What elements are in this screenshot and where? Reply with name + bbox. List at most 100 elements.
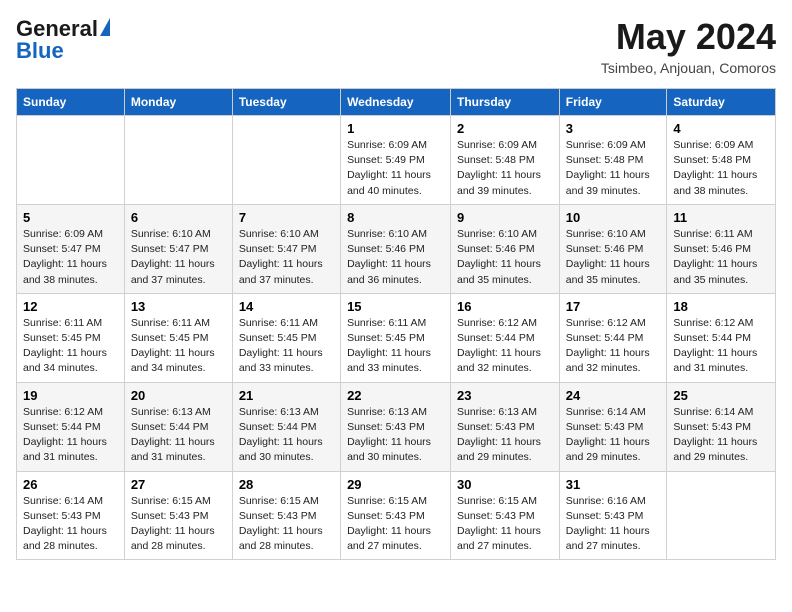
sunrise-text: Sunrise: 6:14 AM: [23, 495, 103, 507]
sunset-text: Sunset: 5:43 PM: [347, 421, 425, 433]
sunrise-text: Sunrise: 6:09 AM: [347, 139, 427, 151]
day-number: 6: [131, 210, 226, 225]
sunset-text: Sunset: 5:49 PM: [347, 154, 425, 166]
calendar-cell: 26Sunrise: 6:14 AMSunset: 5:43 PMDayligh…: [17, 471, 125, 560]
daylight-text: Daylight: 11 hours and 31 minutes.: [23, 436, 107, 463]
sunrise-text: Sunrise: 6:13 AM: [131, 406, 211, 418]
daylight-text: Daylight: 11 hours and 28 minutes.: [239, 525, 323, 552]
day-number: 29: [347, 477, 444, 492]
calendar-cell: [232, 116, 340, 205]
day-info: Sunrise: 6:13 AMSunset: 5:43 PMDaylight:…: [347, 405, 444, 466]
day-number: 31: [566, 477, 661, 492]
daylight-text: Daylight: 11 hours and 40 minutes.: [347, 169, 431, 196]
calendar-cell: 22Sunrise: 6:13 AMSunset: 5:43 PMDayligh…: [341, 382, 451, 471]
day-number: 8: [347, 210, 444, 225]
daylight-text: Daylight: 11 hours and 35 minutes.: [457, 258, 541, 285]
calendar-cell: 12Sunrise: 6:11 AMSunset: 5:45 PMDayligh…: [17, 293, 125, 382]
day-info: Sunrise: 6:15 AMSunset: 5:43 PMDaylight:…: [457, 494, 553, 555]
sunset-text: Sunset: 5:44 PM: [566, 332, 644, 344]
calendar-cell: 3Sunrise: 6:09 AMSunset: 5:48 PMDaylight…: [559, 116, 667, 205]
calendar-cell: 13 Sunrise: 6:11 AMSunset: 5:45 PMDayligh…: [124, 293, 232, 382]
sunset-text: Sunset: 5:44 PM: [131, 421, 209, 433]
day-number: 21: [239, 388, 334, 403]
calendar-table: SundayMondayTuesdayWednesdayThursdayFrid…: [16, 88, 776, 560]
sunrise-text: Sunrise: 6:15 AM: [131, 495, 211, 507]
day-info: Sunrise: 6:12 AMSunset: 5:44 PMDaylight:…: [457, 316, 553, 377]
sunrise-text: Sunrise: 6:10 AM: [131, 228, 211, 240]
calendar-cell: 23Sunrise: 6:13 AMSunset: 5:43 PMDayligh…: [451, 382, 560, 471]
calendar-cell: 28Sunrise: 6:15 AMSunset: 5:43 PMDayligh…: [232, 471, 340, 560]
calendar-week-row: 1Sunrise: 6:09 AMSunset: 5:49 PMDaylight…: [17, 116, 776, 205]
title-block: May 2024 Tsimbeo, Anjouan, Comoros: [601, 16, 776, 76]
calendar-cell: 19Sunrise: 6:12 AMSunset: 5:44 PMDayligh…: [17, 382, 125, 471]
sunset-text: Sunset: 5:45 PM: [347, 332, 425, 344]
col-header-tuesday: Tuesday: [232, 89, 340, 116]
daylight-text: Daylight: 11 hours and 34 minutes.: [23, 347, 107, 374]
calendar-cell: 10 Sunrise: 6:10 AMSunset: 5:46 PMDayligh…: [559, 204, 667, 293]
day-number: 13: [131, 299, 226, 314]
sunrise-text: Sunrise: 6:12 AM: [23, 406, 103, 418]
day-info: Sunrise: 6:12 AMSunset: 5:44 PMDaylight:…: [566, 316, 661, 377]
sunset-text: Sunset: 5:44 PM: [673, 332, 751, 344]
day-info: Sunrise: 6:12 AMSunset: 5:44 PMDaylight:…: [23, 405, 118, 466]
calendar-cell: 4Sunrise: 6:09 AMSunset: 5:48 PMDaylight…: [667, 116, 776, 205]
daylight-text: Daylight: 11 hours and 35 minutes.: [566, 258, 650, 285]
sunset-text: Sunset: 5:46 PM: [457, 243, 535, 255]
sunset-text: Sunset: 5:45 PM: [239, 332, 317, 344]
day-info: Sunrise: 6:15 AMSunset: 5:43 PMDaylight:…: [131, 494, 226, 555]
sunrise-text: Sunrise: 6:15 AM: [239, 495, 319, 507]
sunset-text: Sunset: 5:47 PM: [23, 243, 101, 255]
daylight-text: Daylight: 11 hours and 39 minutes.: [457, 169, 541, 196]
calendar-cell: 25Sunrise: 6:14 AMSunset: 5:43 PMDayligh…: [667, 382, 776, 471]
calendar-cell: 30 Sunrise: 6:15 AMSunset: 5:43 PMDayligh…: [451, 471, 560, 560]
sunset-text: Sunset: 5:45 PM: [23, 332, 101, 344]
sunrise-text: Sunrise: 6:13 AM: [347, 406, 427, 418]
day-info: Sunrise: 6:11 AM Sunset: 5:45 PM Daylight:…: [239, 316, 334, 377]
daylight-text: Daylight: 11 hours and 31 minutes.: [673, 347, 757, 374]
sunrise-text: Sunrise: 6:13 AM: [239, 406, 319, 418]
daylight-text: Daylight: 11 hours and 33 minutes.: [239, 347, 323, 374]
day-info: Sunrise: 6:11 AMSunset: 5:45 PMDaylight:…: [131, 316, 226, 377]
sunrise-text: Sunrise: 6:10 AM: [347, 228, 427, 240]
sunrise-text: Sunrise: 6:14 AM: [566, 406, 646, 418]
day-info: Sunrise: 6:14 AMSunset: 5:43 PMDaylight:…: [673, 405, 769, 466]
day-number: 10: [566, 210, 661, 225]
sunset-text: Sunset: 5:46 PM: [673, 243, 751, 255]
day-info: Sunrise: 6:09 AMSunset: 5:48 PMDaylight:…: [566, 138, 661, 199]
col-header-sunday: Sunday: [17, 89, 125, 116]
day-info: Sunrise: 6:13 AM Sunset: 5:44 PM Daylight:…: [239, 405, 334, 466]
calendar-cell: 8 Sunrise: 6:10 AM Sunset: 5:46 PM Daylight…: [341, 204, 451, 293]
sunrise-text: Sunrise: 6:10 AM: [239, 228, 319, 240]
daylight-text: Daylight: 11 hours and 29 minutes.: [566, 436, 650, 463]
col-header-wednesday: Wednesday: [341, 89, 451, 116]
daylight-text: Daylight: 11 hours and 36 minutes.: [347, 258, 431, 285]
day-info: Sunrise: 6:10 AMSunset: 5:46 PMDaylight:…: [566, 227, 661, 288]
col-header-friday: Friday: [559, 89, 667, 116]
col-header-monday: Monday: [124, 89, 232, 116]
daylight-text: Daylight: 11 hours and 32 minutes.: [457, 347, 541, 374]
logo-blue-text: Blue: [16, 38, 64, 64]
calendar-week-row: 5Sunrise: 6:09 AMSunset: 5:47 PMDaylight…: [17, 204, 776, 293]
daylight-text: Daylight: 11 hours and 30 minutes.: [239, 436, 323, 463]
sunset-text: Sunset: 5:47 PM: [239, 243, 317, 255]
calendar-cell: 6Sunrise: 6:10 AMSunset: 5:47 PMDaylight…: [124, 204, 232, 293]
sunrise-text: Sunrise: 6:11 AM: [239, 317, 318, 329]
daylight-text: Daylight: 11 hours and 39 minutes.: [566, 169, 650, 196]
calendar-cell: 27Sunrise: 6:15 AMSunset: 5:43 PMDayligh…: [124, 471, 232, 560]
sunrise-text: Sunrise: 6:09 AM: [457, 139, 537, 151]
calendar-cell: 5Sunrise: 6:09 AMSunset: 5:47 PMDaylight…: [17, 204, 125, 293]
sunset-text: Sunset: 5:46 PM: [347, 243, 425, 255]
calendar-cell: 2Sunrise: 6:09 AMSunset: 5:48 PMDaylight…: [451, 116, 560, 205]
calendar-cell: 21 Sunrise: 6:13 AM Sunset: 5:44 PM Dayligh…: [232, 382, 340, 471]
daylight-text: Daylight: 11 hours and 31 minutes.: [131, 436, 215, 463]
day-info: Sunrise: 6:09 AMSunset: 5:48 PMDaylight:…: [457, 138, 553, 199]
calendar-cell: 14Sunrise: 6:11 AMSunset: 5:45 PMDayligh…: [232, 293, 340, 382]
calendar-cell: 16Sunrise: 6:12 AMSunset: 5:44 PMDayligh…: [451, 293, 560, 382]
day-info: Sunrise: 6:13 AMSunset: 5:43 PMDaylight:…: [457, 405, 553, 466]
day-number: 30: [457, 477, 553, 492]
sunset-text: Sunset: 5:44 PM: [239, 421, 317, 433]
day-number: 5: [23, 210, 118, 225]
sunset-text: Sunset: 5:43 PM: [566, 510, 644, 522]
sunset-text: Sunset: 5:48 PM: [566, 154, 644, 166]
sunset-text: Sunset: 5:43 PM: [566, 421, 644, 433]
